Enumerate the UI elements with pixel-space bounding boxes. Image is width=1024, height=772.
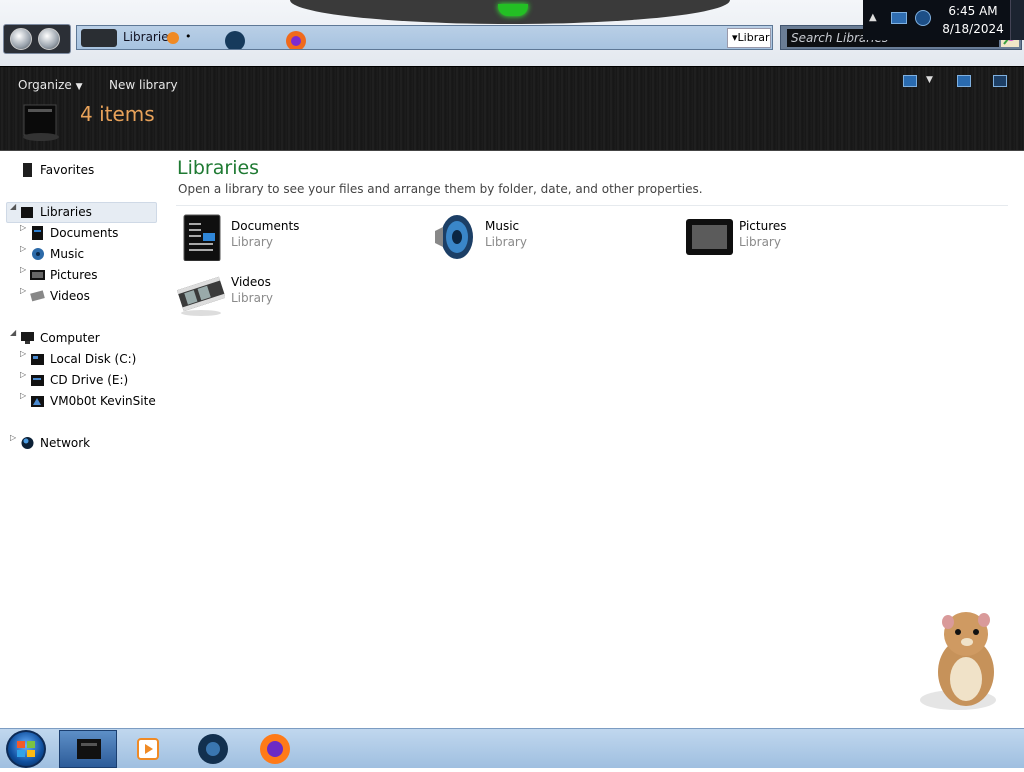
music-icon	[32, 248, 44, 260]
nav-label: Libraries	[40, 205, 92, 219]
show-desktop-button[interactable]	[1010, 0, 1024, 40]
nav-label: Local Disk (C:)	[50, 352, 137, 366]
library-item-documents[interactable]: Documents Library	[177, 213, 417, 263]
items-count: 4 items	[80, 102, 155, 126]
videos-icon	[30, 290, 45, 302]
windows-logo-icon	[17, 741, 35, 757]
libraries-location-icon	[81, 29, 117, 47]
library-item-videos[interactable]: Videos Library	[177, 269, 417, 319]
collapse-arrow-icon[interactable]: ▷	[20, 244, 26, 253]
clock-time[interactable]: 6:45 AM	[936, 4, 1010, 18]
collapse-arrow-icon[interactable]: ▷	[10, 433, 16, 442]
new-library-button[interactable]: New library	[109, 75, 178, 95]
page-subtitle: Open a library to see your files and arr…	[178, 182, 703, 196]
library-name: Pictures	[739, 219, 787, 233]
taskbar-app-explorer[interactable]	[59, 730, 117, 768]
taskbar-app-firefox[interactable]	[246, 730, 304, 768]
clock-date[interactable]: 8/18/2024	[936, 22, 1010, 36]
expand-arrow-icon[interactable]: ◢	[10, 328, 16, 337]
steam-icon	[225, 31, 245, 49]
nav-label: VM0b0t KevinSite	[50, 394, 156, 408]
collapse-arrow-icon[interactable]: ▷	[20, 265, 26, 274]
organize-button[interactable]: Organize ▼	[18, 75, 83, 95]
videos-library-icon	[177, 276, 225, 316]
taskbar	[0, 728, 1024, 768]
pictures-library-icon	[686, 219, 733, 255]
view-options-chevron-icon[interactable]: ▼	[926, 75, 933, 85]
documents-icon	[32, 226, 43, 240]
start-button[interactable]	[6, 730, 46, 768]
nav-label: Documents	[50, 226, 119, 240]
command-bar: Organize ▼ New library 4 items ▼	[0, 66, 1024, 151]
taskbar-app-steam[interactable]	[184, 730, 242, 768]
breadcrumb-app-icon	[167, 32, 179, 44]
divider	[176, 205, 1008, 206]
nav-label: Music	[50, 247, 85, 261]
expand-arrow-icon[interactable]: ◢	[10, 202, 16, 211]
cd-drive-icon	[31, 375, 44, 386]
change-view-icon[interactable]	[903, 75, 917, 87]
address-dropdown[interactable]: ▾Librar	[727, 28, 771, 48]
page-title: Libraries	[177, 157, 260, 179]
firefox-icon	[260, 734, 290, 764]
collapse-arrow-icon[interactable]: ▷	[20, 370, 26, 379]
back-forward-buttons	[3, 24, 71, 54]
preview-pane-icon[interactable]	[957, 75, 971, 87]
collapse-arrow-icon[interactable]: ▷	[20, 223, 26, 232]
taskbar-app-media-player[interactable]	[120, 730, 178, 768]
address-bar[interactable]: Libraries • ▾Librar	[76, 25, 773, 50]
notch-glow-decoration	[498, 4, 528, 16]
documents-library-icon	[183, 214, 221, 261]
collapse-arrow-icon[interactable]: ▷	[20, 349, 26, 358]
explorer-icon	[77, 739, 101, 759]
library-type: Library	[739, 235, 781, 249]
library-type: Library	[485, 235, 527, 249]
nav-label: Favorites	[40, 163, 95, 177]
collapse-arrow-icon[interactable]: ▷	[20, 391, 26, 400]
media-player-icon	[137, 738, 159, 760]
library-name: Documents	[231, 219, 300, 233]
back-button[interactable]	[10, 28, 32, 50]
steam-icon	[198, 734, 228, 764]
nav-label: CD Drive (E:)	[50, 373, 129, 387]
hard-disk-icon	[31, 354, 44, 365]
music-library-icon	[435, 215, 473, 259]
nav-label: Pictures	[50, 268, 98, 282]
network-globe-icon	[21, 437, 34, 449]
hamster-mascot-image	[920, 612, 996, 710]
libraries-icon	[21, 207, 33, 218]
network-drive-icon	[31, 396, 44, 407]
breadcrumb-separator-icon[interactable]: •	[185, 30, 192, 43]
nav-label: Network	[40, 436, 91, 450]
library-item-pictures[interactable]: Pictures Library	[685, 213, 925, 263]
computer-icon	[21, 332, 34, 344]
forward-button[interactable]	[38, 28, 60, 50]
address-dropdown-label: Librar	[737, 31, 770, 44]
library-type: Library	[231, 291, 273, 305]
library-name: Music	[485, 219, 520, 233]
libraries-large-icon	[23, 104, 59, 141]
organize-label: Organize	[18, 78, 72, 92]
nav-label: Computer	[40, 331, 100, 345]
favorites-icon	[23, 163, 32, 177]
collapse-arrow-icon[interactable]: ▷	[20, 286, 26, 295]
pictures-icon	[30, 270, 45, 280]
chevron-down-icon: ▼	[75, 82, 83, 92]
tray-volume-icon[interactable]	[915, 10, 931, 26]
library-name: Videos	[231, 275, 271, 289]
show-hidden-icons-icon[interactable]: ▲	[869, 12, 877, 23]
help-icon[interactable]	[993, 75, 1007, 87]
library-item-music[interactable]: Music Library	[431, 213, 671, 263]
library-type: Library	[231, 235, 273, 249]
tray-network-icon[interactable]	[891, 12, 907, 24]
firefox-icon	[286, 31, 306, 49]
nav-label: Videos	[50, 289, 90, 303]
